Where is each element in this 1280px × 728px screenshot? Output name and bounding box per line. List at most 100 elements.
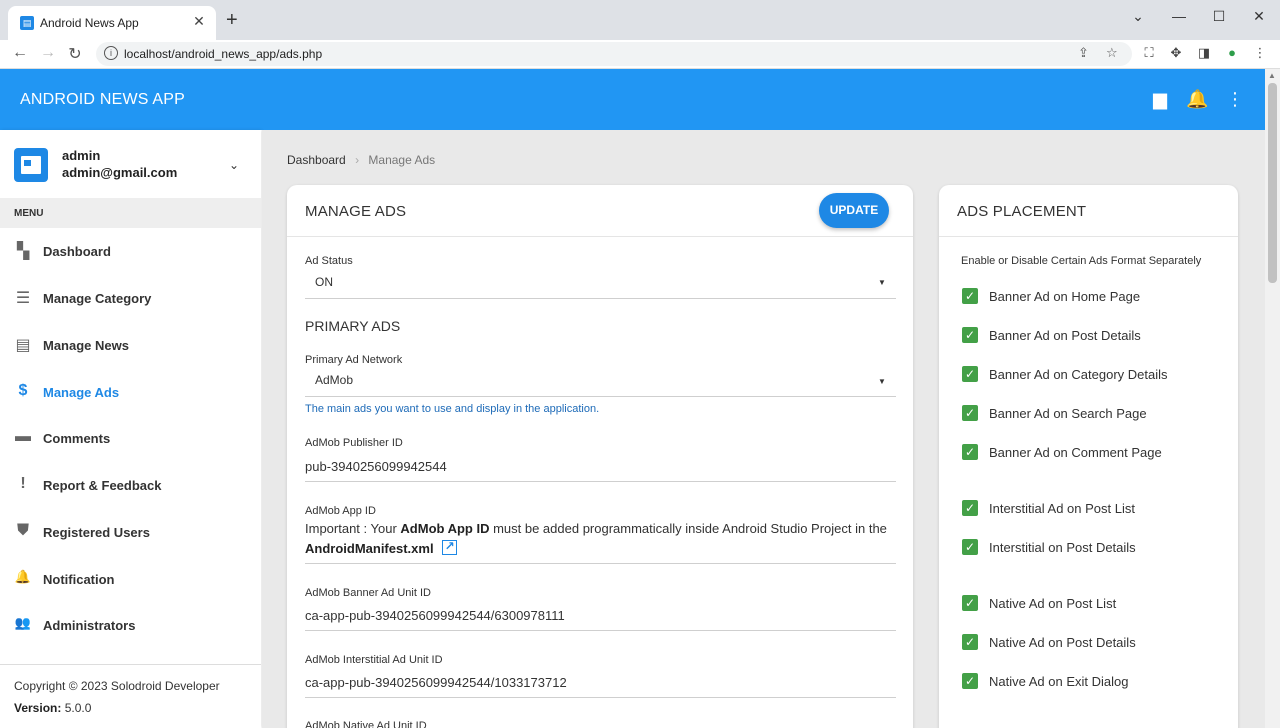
reload-icon[interactable]: ↻ <box>65 44 85 64</box>
ad-status-underline <box>305 298 896 299</box>
sidebar-item-report-feedback[interactable]: ! Report & Feedback <box>0 465 261 505</box>
placement-description: Enable or Disable Certain Ads Format Sep… <box>961 255 1202 267</box>
screen-capture-icon[interactable]: ⛶ <box>1140 45 1158 61</box>
sidebar-item-manage-ads[interactable]: $ Manage Ads <box>0 372 261 412</box>
people-icon: 👥 <box>14 615 32 630</box>
external-link-icon[interactable] <box>441 536 457 556</box>
list-icon: ☰ <box>15 290 31 307</box>
checkbox-checked-icon[interactable]: ✓ <box>962 288 978 304</box>
version-label: Version: <box>14 701 62 715</box>
scroll-up-arrow-icon[interactable]: ▲ <box>1268 71 1276 80</box>
sidebar-item-administrators[interactable]: 👥 Administrators <box>0 605 261 645</box>
placement-option-label: Interstitial on Post Details <box>989 540 1136 555</box>
banner-id-underline <box>305 630 896 631</box>
update-button[interactable]: UPDATE <box>819 193 889 228</box>
dropdown-caret-icon[interactable]: ▼ <box>878 278 886 287</box>
placement-option-label: Native Ad on Post Details <box>989 635 1136 650</box>
tab-search-icon[interactable]: ⌄ <box>1128 8 1148 25</box>
app-id-notice: Important : Your AdMob App ID must be ad… <box>305 519 900 559</box>
card-header: ADS PLACEMENT <box>939 185 1238 237</box>
publisher-id-label: AdMob Publisher ID <box>305 437 403 449</box>
url-text[interactable]: localhost/android_news_app/ads.php <box>124 47 322 61</box>
minimize-button[interactable]: — <box>1169 8 1189 24</box>
breadcrumb-current: Manage Ads <box>368 153 436 167</box>
forward-arrow-icon[interactable]: → <box>38 44 58 62</box>
checkbox-checked-icon[interactable]: ✓ <box>962 634 978 650</box>
sidebar-item-label: Manage Ads <box>43 385 120 400</box>
checkbox-checked-icon[interactable]: ✓ <box>962 366 978 382</box>
version-text: Version: 5.0.0 <box>14 701 261 715</box>
shield-icon: ⛊ <box>16 522 29 539</box>
notice-bold-manifest: AndroidManifest.xml <box>305 541 434 556</box>
placement-option-label: Banner Ad on Post Details <box>989 328 1141 343</box>
address-bar[interactable]: i localhost/android_news_app/ads.php ⇪ ☆ <box>96 42 1132 66</box>
sidebar-item-notification[interactable]: 🔔 Notification <box>0 559 261 599</box>
tab-title: Android News App <box>40 16 139 30</box>
checkbox-checked-icon[interactable]: ✓ <box>962 327 978 343</box>
ad-status-label: Ad Status <box>305 255 353 267</box>
sidebar-item-manage-news[interactable]: ▤ Manage News <box>0 325 261 365</box>
tab-close-icon[interactable]: ✕ <box>190 13 208 30</box>
interstitial-id-underline <box>305 697 896 698</box>
ad-network-underline <box>305 396 896 397</box>
app-id-label: AdMob App ID <box>305 505 376 517</box>
publisher-id-underline <box>305 481 896 482</box>
checkbox-checked-icon[interactable]: ✓ <box>962 444 978 460</box>
breadcrumb-home-link[interactable]: Dashboard <box>287 153 346 167</box>
checkbox-checked-icon[interactable]: ✓ <box>962 539 978 555</box>
checkbox-checked-icon[interactable]: ✓ <box>962 673 978 689</box>
extensions-puzzle-icon[interactable]: ✥ <box>1167 45 1185 61</box>
copyright-text: Copyright © 2023 Solodroid Developer <box>14 679 220 693</box>
side-panel-icon[interactable]: ◨ <box>1195 45 1213 61</box>
version-value: 5.0.0 <box>61 701 92 715</box>
breadcrumb-separator: › <box>355 153 360 167</box>
app-header: ANDROID NEWS APP ▆ 🔔 ⋮ <box>0 69 1265 130</box>
native-id-label: AdMob Native Ad Unit ID <box>305 720 427 728</box>
close-window-button[interactable]: ✕ <box>1249 8 1269 25</box>
placement-option-label: Native Ad on Exit Dialog <box>989 674 1129 689</box>
ad-status-select[interactable]: ON <box>315 275 333 289</box>
checkbox-checked-icon[interactable]: ✓ <box>962 500 978 516</box>
interstitial-id-input[interactable]: ca-app-pub-3940256099942544/1033173712 <box>305 675 567 690</box>
placement-option-label: Banner Ad on Search Page <box>989 406 1147 421</box>
site-info-icon[interactable]: i <box>104 46 118 60</box>
browser-menu-icon[interactable]: ⋮ <box>1251 45 1269 61</box>
sidebar-footer: Copyright © 2023 Solodroid Developer Ver… <box>0 664 261 715</box>
notice-bold-app-id: AdMob App ID <box>400 521 490 536</box>
sidebar-item-manage-category[interactable]: ☰ Manage Category <box>0 278 261 318</box>
bell-icon: 🔔 <box>14 569 32 584</box>
ad-network-select[interactable]: AdMob <box>315 373 353 387</box>
bookmark-star-icon[interactable]: ☆ <box>1106 45 1118 61</box>
checkbox-checked-icon[interactable]: ✓ <box>962 595 978 611</box>
share-icon[interactable]: ⇪ <box>1078 45 1089 61</box>
avatar <box>14 148 48 182</box>
banner-id-input[interactable]: ca-app-pub-3940256099942544/6300978111 <box>305 608 565 623</box>
sidebar-item-comments[interactable]: ▬ Comments <box>0 418 261 458</box>
maximize-button[interactable]: ☐ <box>1209 8 1229 25</box>
alert-icon: ! <box>20 475 26 492</box>
ad-network-hint: The main ads you want to use and display… <box>305 403 600 415</box>
checkbox-checked-icon[interactable]: ✓ <box>962 405 978 421</box>
more-vertical-icon[interactable]: ⋮ <box>1224 89 1246 110</box>
user-email: admin@gmail.com <box>62 165 178 180</box>
placement-option-label: Banner Ad on Home Page <box>989 289 1141 304</box>
back-arrow-icon[interactable]: ← <box>10 44 30 62</box>
chevron-down-icon[interactable]: ⌄ <box>229 158 239 172</box>
browser-tab[interactable]: ▤ Android News App ✕ <box>8 6 216 40</box>
scroll-thumb[interactable] <box>1268 83 1277 283</box>
breadcrumb: Dashboard › Manage Ads <box>287 153 435 167</box>
bell-icon[interactable]: 🔔 <box>1186 89 1208 110</box>
sidebar-item-dashboard[interactable]: ▚ Dashboard <box>0 231 261 271</box>
app-title: ANDROID NEWS APP <box>20 91 186 108</box>
notice-text: Important : Your <box>305 521 401 536</box>
placement-option-label: Interstitial Ad on Post List <box>989 501 1135 516</box>
publisher-id-input[interactable]: pub-3940256099942544 <box>305 459 447 474</box>
page-scrollbar[interactable]: ▲ <box>1265 69 1280 728</box>
new-tab-button[interactable]: + <box>226 10 238 30</box>
profile-avatar-icon[interactable]: ● <box>1223 45 1241 60</box>
dropdown-caret-icon[interactable]: ▼ <box>878 377 886 386</box>
chat-icon[interactable]: ▆ <box>1149 89 1171 110</box>
placement-option-label: Banner Ad on Category Details <box>989 367 1168 382</box>
sidebar-item-registered-users[interactable]: ⛊ Registered Users <box>0 512 261 552</box>
sidebar-item-label: Report & Feedback <box>43 478 162 493</box>
